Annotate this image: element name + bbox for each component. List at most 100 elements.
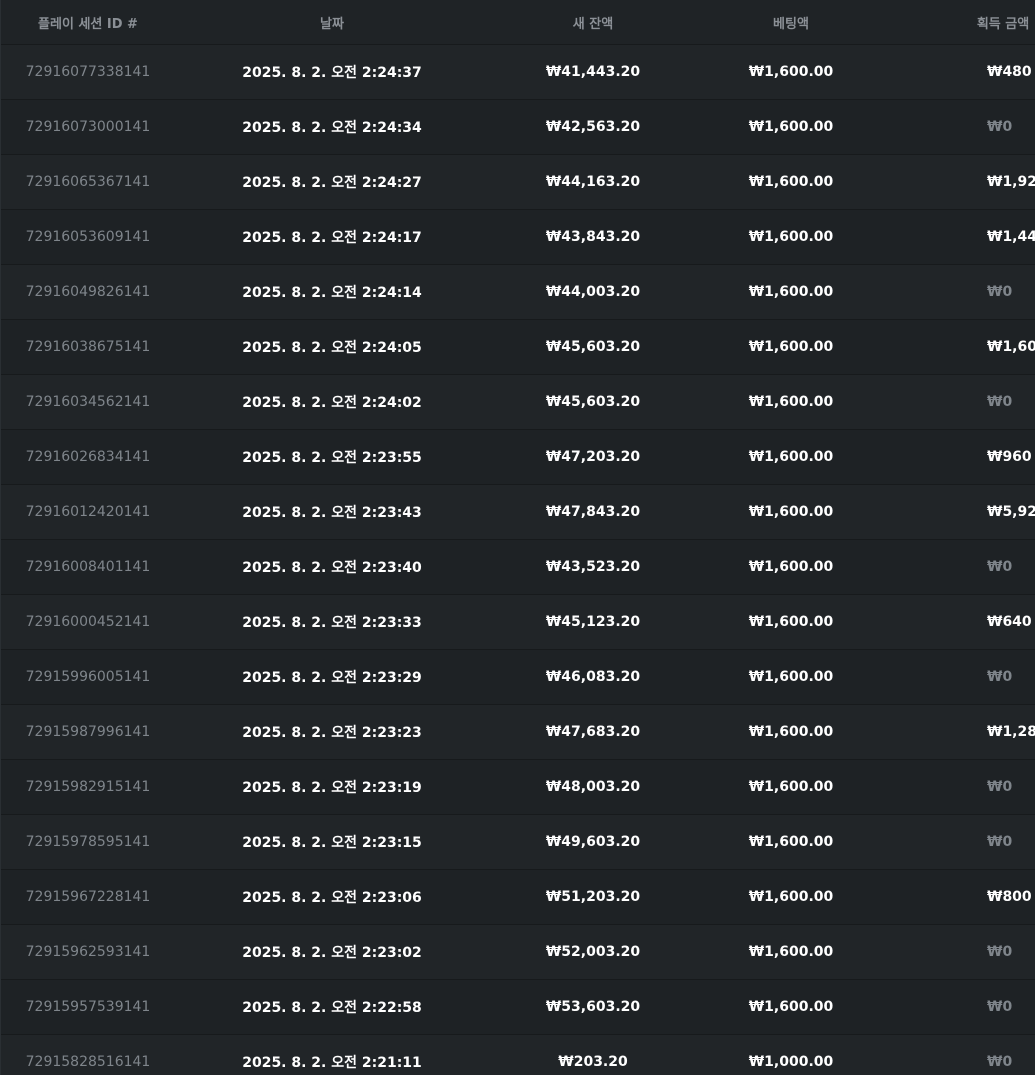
new-balance-cell: ₩43,843.20 [489,209,697,265]
win-amount-cell: ₩0 [885,979,1035,1035]
win-amount-cell: ₩1,280 [885,704,1035,760]
bet-amount-cell: ₩1,600.00 [697,759,885,815]
header-new-balance: 새 잔액 [489,0,697,45]
session-id-cell: 72915957539141 [1,979,175,1035]
bet-amount-cell: ₩1,600.00 [697,979,885,1035]
session-id-cell: 72916026834141 [1,429,175,485]
bet-amount-cell: ₩1,600.00 [697,484,885,540]
new-balance-cell: ₩46,083.20 [489,649,697,705]
win-amount-cell: ₩0 [885,264,1035,320]
new-balance-cell: ₩45,123.20 [489,594,697,650]
table-row[interactable]: 72915967228141 2025. 8. 2. 오전 2:23:06 ₩51,… [1,869,1035,925]
session-id-cell: 72915978595141 [1,814,175,870]
table-row[interactable]: 72915996005141 2025. 8. 2. 오전 2:23:29 ₩46,… [1,649,1035,705]
table-row[interactable]: 72916073000141 2025. 8. 2. 오전 2:24:34 ₩42,… [1,99,1035,155]
win-amount-cell: ₩0 [885,814,1035,870]
bet-amount-cell: ₩1,600.00 [697,264,885,320]
win-amount-cell: ₩960 [885,429,1035,485]
table-row[interactable]: 72916038675141 2025. 8. 2. 오전 2:24:05 ₩45,… [1,319,1035,375]
session-history-table: 플레이 세션 ID # 날짜 새 잔액 베팅액 획득 금액 7291607733… [0,0,1035,1075]
date-cell: 2025. 8. 2. 오전 2:23:06 [175,869,489,925]
new-balance-cell: ₩44,163.20 [489,154,697,210]
header-bet-amount: 베팅액 [697,0,885,45]
win-amount-cell: ₩0 [885,539,1035,595]
session-id-cell: 72915982915141 [1,759,175,815]
table-row[interactable]: 72915957539141 2025. 8. 2. 오전 2:22:58 ₩53,… [1,979,1035,1035]
date-cell: 2025. 8. 2. 오전 2:23:43 [175,484,489,540]
header-row: 플레이 세션 ID # 날짜 새 잔액 베팅액 획득 금액 [1,0,1035,45]
session-id-cell: 72916065367141 [1,154,175,210]
date-cell: 2025. 8. 2. 오전 2:24:34 [175,99,489,155]
session-id-cell: 72915828516141 [1,1034,175,1075]
table-row[interactable]: 72915978595141 2025. 8. 2. 오전 2:23:15 ₩49,… [1,814,1035,870]
header-date: 날짜 [175,0,489,45]
date-cell: 2025. 8. 2. 오전 2:23:19 [175,759,489,815]
win-amount-cell: ₩480 [885,44,1035,100]
win-amount-cell: ₩1,920 [885,154,1035,210]
date-cell: 2025. 8. 2. 오전 2:24:27 [175,154,489,210]
header-session-id: 플레이 세션 ID # [1,0,175,45]
new-balance-cell: ₩48,003.20 [489,759,697,815]
table-row[interactable]: 72916034562141 2025. 8. 2. 오전 2:24:02 ₩45,… [1,374,1035,430]
date-cell: 2025. 8. 2. 오전 2:24:37 [175,44,489,100]
win-amount-cell: ₩640 [885,594,1035,650]
date-cell: 2025. 8. 2. 오전 2:24:14 [175,264,489,320]
date-cell: 2025. 8. 2. 오전 2:23:15 [175,814,489,870]
win-amount-cell: ₩0 [885,649,1035,705]
bet-amount-cell: ₩1,000.00 [697,1034,885,1075]
bet-amount-cell: ₩1,600.00 [697,429,885,485]
session-id-cell: 72916012420141 [1,484,175,540]
table-row[interactable]: 72915987996141 2025. 8. 2. 오전 2:23:23 ₩47,… [1,704,1035,760]
session-id-cell: 72916038675141 [1,319,175,375]
win-amount-cell: ₩0 [885,1034,1035,1075]
bet-amount-cell: ₩1,600.00 [697,539,885,595]
bet-amount-cell: ₩1,600.00 [697,704,885,760]
table-row[interactable]: 72916008401141 2025. 8. 2. 오전 2:23:40 ₩43,… [1,539,1035,595]
new-balance-cell: ₩53,603.20 [489,979,697,1035]
date-cell: 2025. 8. 2. 오전 2:24:05 [175,319,489,375]
new-balance-cell: ₩45,603.20 [489,319,697,375]
session-id-cell: 72915962593141 [1,924,175,980]
win-amount-cell: ₩0 [885,759,1035,815]
table-row[interactable]: 72916012420141 2025. 8. 2. 오전 2:23:43 ₩47,… [1,484,1035,540]
date-cell: 2025. 8. 2. 오전 2:22:58 [175,979,489,1035]
table-row[interactable]: 72916053609141 2025. 8. 2. 오전 2:24:17 ₩43,… [1,209,1035,265]
new-balance-cell: ₩203.20 [489,1034,697,1075]
table-row[interactable]: 72915962593141 2025. 8. 2. 오전 2:23:02 ₩52,… [1,924,1035,980]
new-balance-cell: ₩47,683.20 [489,704,697,760]
bet-amount-cell: ₩1,600.00 [697,154,885,210]
bet-amount-cell: ₩1,600.00 [697,319,885,375]
session-id-cell: 72916049826141 [1,264,175,320]
table-row[interactable]: 72916049826141 2025. 8. 2. 오전 2:24:14 ₩44,… [1,264,1035,320]
session-id-cell: 72915987996141 [1,704,175,760]
bet-amount-cell: ₩1,600.00 [697,924,885,980]
date-cell: 2025. 8. 2. 오전 2:23:23 [175,704,489,760]
table-row[interactable]: 72916000452141 2025. 8. 2. 오전 2:23:33 ₩45,… [1,594,1035,650]
session-id-cell: 72915996005141 [1,649,175,705]
header-win-amount: 획득 금액 [885,0,1035,45]
table-row[interactable]: 72916065367141 2025. 8. 2. 오전 2:24:27 ₩44,… [1,154,1035,210]
session-id-cell: 72916008401141 [1,539,175,595]
table-row[interactable]: 72916026834141 2025. 8. 2. 오전 2:23:55 ₩47,… [1,429,1035,485]
win-amount-cell: ₩1,440 [885,209,1035,265]
table-row[interactable]: 72916077338141 2025. 8. 2. 오전 2:24:37 ₩41,… [1,44,1035,100]
table-row[interactable]: 72915982915141 2025. 8. 2. 오전 2:23:19 ₩48,… [1,759,1035,815]
table-row[interactable]: 72915828516141 2025. 8. 2. 오전 2:21:11 ₩203… [1,1034,1035,1075]
win-amount-cell: ₩5,920 [885,484,1035,540]
table-body: 72916077338141 2025. 8. 2. 오전 2:24:37 ₩41,… [1,44,1035,1075]
bet-amount-cell: ₩1,600.00 [697,374,885,430]
date-cell: 2025. 8. 2. 오전 2:23:33 [175,594,489,650]
new-balance-cell: ₩47,843.20 [489,484,697,540]
win-amount-cell: ₩0 [885,924,1035,980]
new-balance-cell: ₩42,563.20 [489,99,697,155]
date-cell: 2025. 8. 2. 오전 2:24:02 [175,374,489,430]
session-id-cell: 72916053609141 [1,209,175,265]
new-balance-cell: ₩43,523.20 [489,539,697,595]
win-amount-cell: ₩0 [885,99,1035,155]
bet-amount-cell: ₩1,600.00 [697,869,885,925]
new-balance-cell: ₩45,603.20 [489,374,697,430]
date-cell: 2025. 8. 2. 오전 2:24:17 [175,209,489,265]
bet-amount-cell: ₩1,600.00 [697,814,885,870]
date-cell: 2025. 8. 2. 오전 2:23:55 [175,429,489,485]
table-header: 플레이 세션 ID # 날짜 새 잔액 베팅액 획득 금액 [1,0,1035,45]
